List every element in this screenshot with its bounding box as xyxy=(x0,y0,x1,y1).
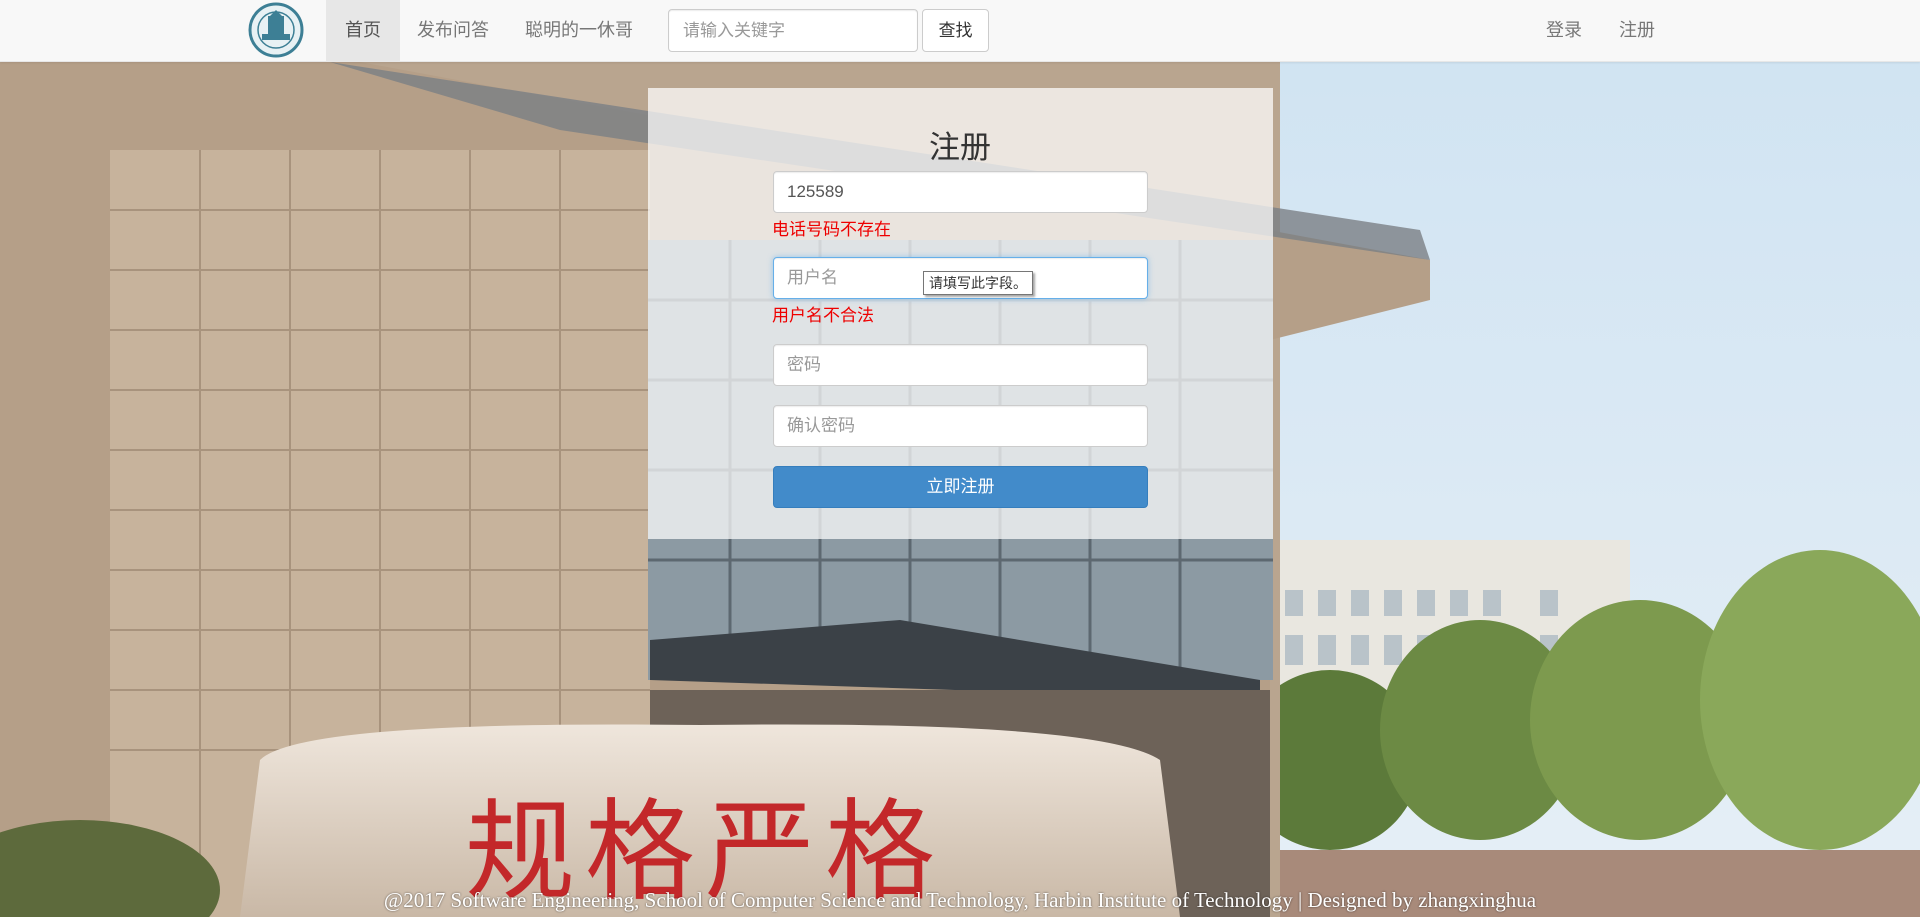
nav-ask-link[interactable]: 发布问答 xyxy=(398,0,508,62)
search-input[interactable] xyxy=(668,9,918,52)
phone-field[interactable] xyxy=(773,171,1148,213)
username-error-message: 用户名不合法 xyxy=(772,306,874,325)
register-link[interactable]: 注册 xyxy=(1619,0,1655,62)
nav-home-link[interactable]: 首页 xyxy=(326,0,400,62)
register-submit-button[interactable]: 立即注册 xyxy=(773,466,1148,508)
university-seal-icon[interactable] xyxy=(248,2,304,58)
password-field[interactable] xyxy=(773,344,1148,386)
search-button[interactable]: 查找 xyxy=(922,9,989,52)
phone-error-message: 电话号码不存在 xyxy=(772,220,891,239)
register-title: 注册 xyxy=(929,130,991,165)
footer-credits: @2017 Software Engineering, School of Co… xyxy=(383,888,1537,912)
confirm-password-field[interactable] xyxy=(773,405,1148,447)
top-navbar: 首页 发布问答 聪明的一休哥 查找 登录 注册 xyxy=(0,0,1920,62)
login-link[interactable]: 登录 xyxy=(1546,0,1582,62)
nav-username-link[interactable]: 聪明的一休哥 xyxy=(506,0,652,62)
validation-tooltip: 请填写此字段。 xyxy=(923,271,1033,295)
